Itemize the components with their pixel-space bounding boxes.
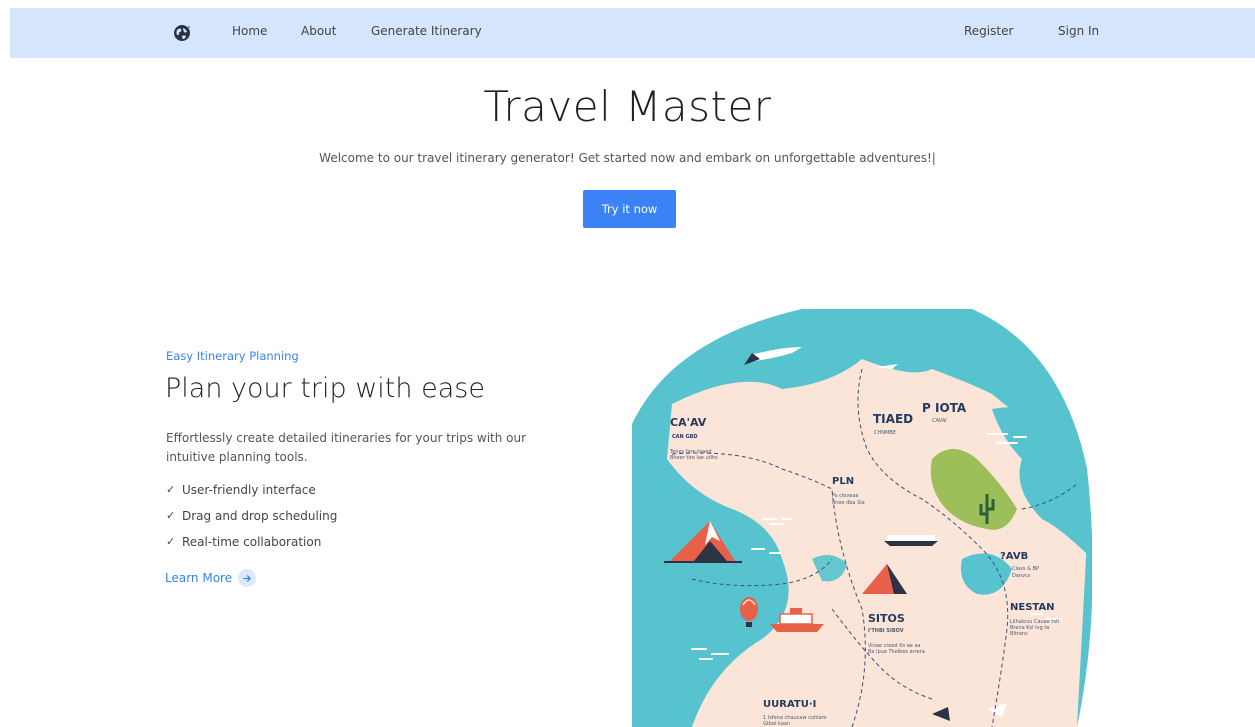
globe-icon[interactable] xyxy=(173,24,191,42)
learn-more-link[interactable]: Learn More xyxy=(165,569,257,587)
map-label-clavs-bp: Clavs & BP xyxy=(1012,566,1040,572)
map-label-uuratu: UURATU·I xyxy=(763,699,817,710)
map-label-sitos: SITOS xyxy=(868,612,905,625)
map-caption-pln-1: Ps cloveaa xyxy=(832,493,859,499)
check-icon: ✓ xyxy=(166,509,176,522)
map-label-chnmbe: CHNMBE xyxy=(874,430,896,436)
map-caption-uuratu-2: Gtbal kaan xyxy=(763,721,791,727)
feature-list-item: ✓ Drag and drop scheduling xyxy=(166,509,337,535)
feature-list: ✓ User-friendly interface ✓ Drag and dro… xyxy=(166,483,337,561)
feature-eyebrow: Easy Itinerary Planning xyxy=(166,349,299,363)
feature-item-label: User-friendly interface xyxy=(182,483,316,497)
map-label-can-gbd: CAN GBD xyxy=(672,434,698,440)
check-icon: ✓ xyxy=(166,483,176,496)
navbar: Home About Generate Itinerary Register S… xyxy=(10,8,1255,58)
hero-title: Travel Master xyxy=(483,82,772,131)
map-label-pavb: ?AVB xyxy=(1000,551,1029,562)
feature-item-label: Drag and drop scheduling xyxy=(182,509,338,523)
try-it-now-button[interactable]: Try it now xyxy=(583,190,676,228)
map-label-danvcs: Danvcs xyxy=(1012,573,1031,579)
register-link[interactable]: Register xyxy=(964,24,1013,38)
check-icon: ✓ xyxy=(166,535,176,548)
map-label-nestan: NESTAN xyxy=(1010,602,1055,613)
sign-in-link[interactable]: Sign In xyxy=(1058,24,1099,38)
map-label-ithbi-sibov: I'THBI SIBOV xyxy=(868,628,904,634)
map-label-tiaed: TIAED xyxy=(873,412,914,426)
hero-subtitle: Welcome to our travel itinerary generato… xyxy=(319,151,936,165)
map-label-cavai: CAVAI xyxy=(932,418,947,424)
map-artwork xyxy=(632,309,1092,727)
feature-title: Plan your trip with ease xyxy=(165,373,485,404)
travel-map-illustration: CA'AV CAN GBD Tenes fare taaed Bheer tir… xyxy=(632,309,1092,727)
map-caption-nestan-3: Bltrans xyxy=(1010,631,1028,637)
feature-list-item: ✓ Real-time collaboration xyxy=(166,535,337,561)
learn-more-label: Learn More xyxy=(165,571,233,585)
nav-about-link[interactable]: About xyxy=(301,24,336,38)
nav-home-link[interactable]: Home xyxy=(232,24,267,38)
map-label-piota: P IOTA xyxy=(922,401,967,415)
map-label-pln: PLN xyxy=(832,476,855,487)
map-caption-cav-2: Bheer tire lae utlhs xyxy=(670,455,718,461)
feature-item-label: Real-time collaboration xyxy=(182,535,322,549)
feature-list-item: ✓ User-friendly interface xyxy=(166,483,337,509)
feature-description: Effortlessly create detailed itineraries… xyxy=(166,431,527,464)
nav-generate-itinerary-link[interactable]: Generate Itinerary xyxy=(371,24,482,38)
map-caption-sitos-2: Ba lpue Thelbes arrera xyxy=(868,649,925,655)
arrow-right-icon[interactable] xyxy=(238,569,257,587)
map-caption-pln-2: dnee dba Sla xyxy=(832,500,865,506)
map-label-cav: CA'AV xyxy=(670,416,707,429)
